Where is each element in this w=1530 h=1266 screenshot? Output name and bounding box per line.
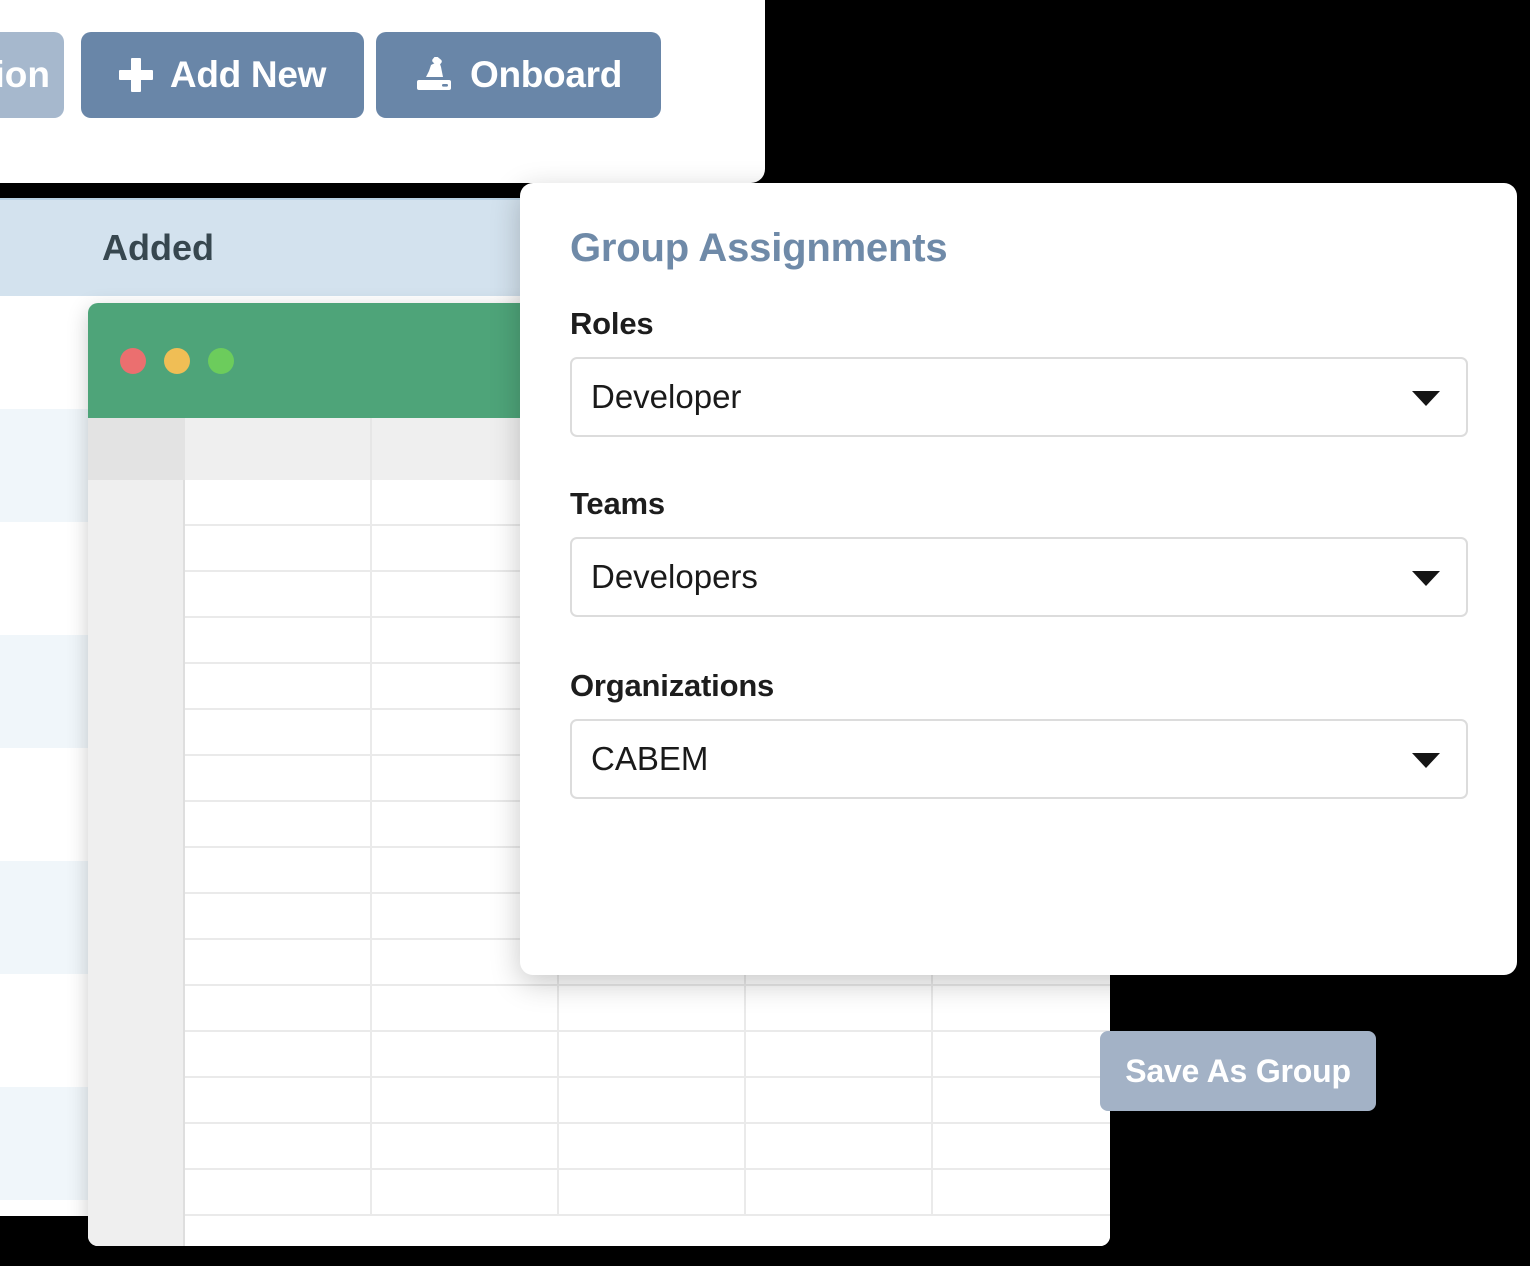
grid-cell[interactable] — [185, 986, 372, 1030]
grid-cell[interactable] — [372, 1078, 559, 1122]
grid-cell[interactable] — [933, 1032, 1110, 1076]
grid-cell[interactable] — [185, 710, 372, 754]
partial-action-button[interactable]: tion — [0, 32, 64, 118]
grid-cell[interactable] — [185, 894, 372, 938]
roles-select[interactable]: Developer — [570, 357, 1468, 437]
grid-cell[interactable] — [746, 1078, 933, 1122]
field-group-roles: Roles Developer — [570, 306, 1468, 437]
grid-cell[interactable] — [746, 1124, 933, 1168]
microscope-icon — [415, 57, 453, 93]
field-group-organizations: Organizations CABEM — [570, 668, 1468, 799]
grid-cell[interactable] — [185, 1078, 372, 1122]
grid-select-all-corner[interactable] — [88, 418, 185, 480]
roles-select-value: Developer — [591, 378, 741, 416]
grid-cell[interactable] — [559, 986, 746, 1030]
grid-row[interactable] — [185, 1170, 1110, 1216]
grid-cell[interactable] — [185, 802, 372, 846]
group-assignments-panel: Group Assignments Roles Developer Teams … — [520, 183, 1517, 975]
grid-cell[interactable] — [933, 1124, 1110, 1168]
grid-row[interactable] — [185, 986, 1110, 1032]
grid-cell[interactable] — [559, 1124, 746, 1168]
partial-action-button-label: tion — [0, 54, 50, 96]
grid-row-headers — [88, 480, 185, 1246]
add-new-button-label: Add New — [170, 54, 326, 96]
organizations-label: Organizations — [570, 668, 1468, 704]
grid-cell[interactable] — [746, 986, 933, 1030]
grid-cell[interactable] — [185, 526, 372, 570]
table-column-header-added[interactable]: Added — [0, 198, 520, 296]
chevron-down-icon[interactable] — [1412, 753, 1440, 768]
onboard-button-label: Onboard — [470, 54, 622, 96]
grid-cell[interactable] — [185, 1124, 372, 1168]
grid-cell[interactable] — [185, 664, 372, 708]
grid-cell[interactable] — [559, 1170, 746, 1214]
grid-cell[interactable] — [559, 1078, 746, 1122]
chevron-down-icon[interactable] — [1412, 391, 1440, 406]
roles-label: Roles — [570, 306, 1468, 342]
grid-cell[interactable] — [185, 1170, 372, 1214]
grid-cell[interactable] — [933, 1078, 1110, 1122]
maximize-window-icon[interactable] — [208, 348, 234, 374]
onboard-button[interactable]: Onboard — [376, 32, 661, 118]
grid-cell[interactable] — [185, 480, 372, 524]
chevron-down-icon[interactable] — [1412, 571, 1440, 586]
page-title: Group Assignments — [570, 226, 947, 271]
grid-row[interactable] — [185, 1032, 1110, 1078]
grid-cell[interactable] — [372, 1170, 559, 1214]
grid-cell[interactable] — [933, 986, 1110, 1030]
table-column-header-label: Added — [102, 227, 214, 269]
grid-row[interactable] — [185, 1078, 1110, 1124]
grid-cell[interactable] — [185, 1032, 372, 1076]
grid-cell[interactable] — [746, 1170, 933, 1214]
grid-cell[interactable] — [185, 848, 372, 892]
teams-label: Teams — [570, 486, 1468, 522]
grid-cell[interactable] — [185, 940, 372, 984]
grid-cell[interactable] — [746, 1032, 933, 1076]
grid-column-header[interactable] — [185, 418, 372, 480]
toolbar-card: tion Add New Onboard — [0, 0, 765, 183]
field-group-teams: Teams Developers — [570, 486, 1468, 617]
save-as-group-button[interactable]: Save As Group — [1100, 1031, 1376, 1111]
grid-cell[interactable] — [372, 986, 559, 1030]
grid-cell[interactable] — [372, 1124, 559, 1168]
grid-cell[interactable] — [185, 572, 372, 616]
teams-select[interactable]: Developers — [570, 537, 1468, 617]
add-new-button[interactable]: Add New — [81, 32, 364, 118]
grid-cell[interactable] — [185, 618, 372, 662]
close-window-icon[interactable] — [120, 348, 146, 374]
organizations-select[interactable]: CABEM — [570, 719, 1468, 799]
minimize-window-icon[interactable] — [164, 348, 190, 374]
grid-cell[interactable] — [185, 756, 372, 800]
plus-icon — [119, 58, 153, 92]
grid-cell[interactable] — [372, 1032, 559, 1076]
grid-row[interactable] — [185, 1124, 1110, 1170]
grid-cell[interactable] — [933, 1170, 1110, 1214]
organizations-select-value: CABEM — [591, 740, 708, 778]
grid-cell[interactable] — [559, 1032, 746, 1076]
teams-select-value: Developers — [591, 558, 758, 596]
